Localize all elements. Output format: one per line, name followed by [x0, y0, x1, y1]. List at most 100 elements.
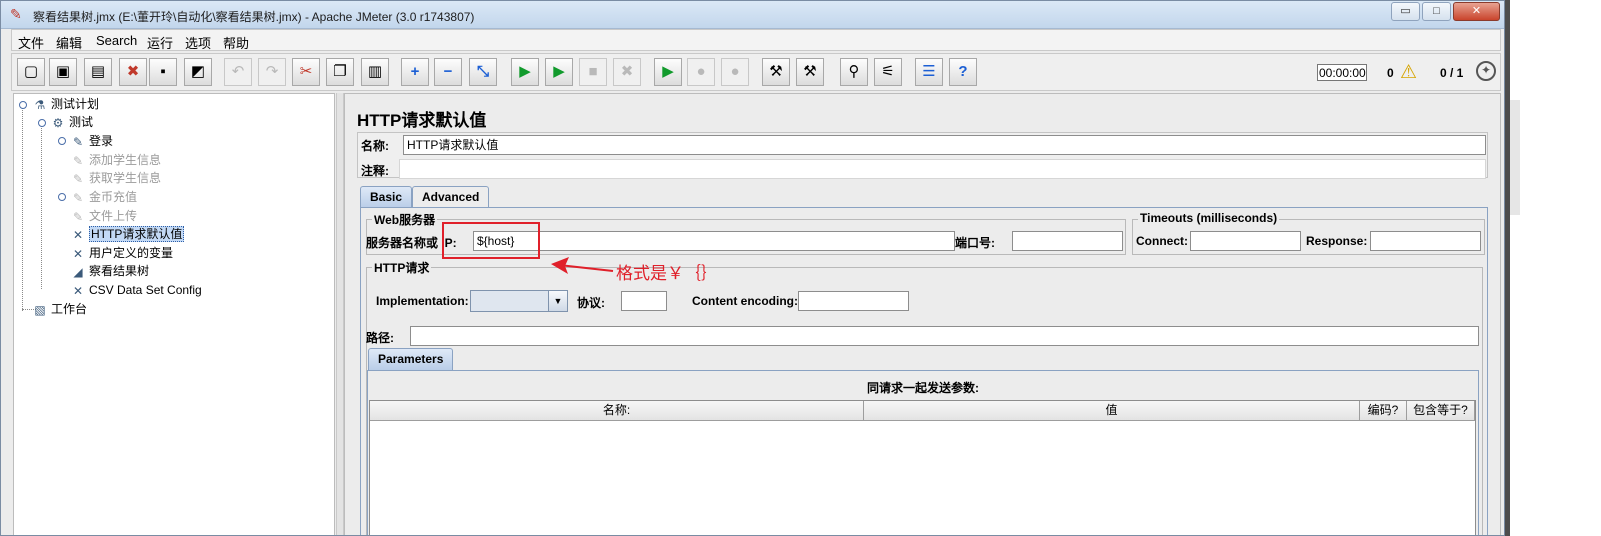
save-as-button[interactable]: ◩ [184, 58, 212, 86]
tree-node[interactable]: ✎ 添加学生信息 [70, 151, 161, 169]
path-field[interactable] [410, 326, 1479, 346]
tree-node[interactable]: ✕ 用户定义的变量 [70, 244, 173, 262]
tab-parameters[interactable]: Parameters [368, 348, 454, 370]
tab-advanced[interactable]: Advanced [412, 186, 490, 208]
shutdown-button[interactable]: ✖ [613, 58, 641, 86]
server-name-field[interactable]: ${host} [473, 231, 955, 251]
start-no-pause-button[interactable]: ▶ [545, 58, 573, 86]
undo-button[interactable]: ↶ [224, 58, 252, 86]
clear-all-button[interactable]: ⚒ [796, 58, 824, 86]
chevron-down-icon[interactable]: ▼ [548, 291, 567, 311]
test-plan-tree[interactable]: ⚗ 测试计划 ⚙ 测试 ✎ 登录 ✎ 添加学生信息 ✎ 获取学生信息 ✎ 金币充值 ✎ 文件上传 ✕ HTTP… [13, 93, 335, 535]
split-pane-divider[interactable] [336, 93, 344, 535]
implementation-select[interactable]: ▼ [470, 290, 568, 312]
column-header-include-equals[interactable]: 包含等于? [1407, 401, 1475, 421]
protocol-field[interactable] [621, 291, 667, 311]
close-window-button[interactable]: ✕ [1453, 2, 1500, 21]
parameters-table[interactable]: 名称: 值 编码? 包含等于? [369, 400, 1476, 535]
menu-edit[interactable]: 编辑 [56, 33, 82, 52]
tree-node-label: 登录 [89, 134, 114, 148]
content-encoding-field[interactable] [798, 291, 909, 311]
menu-search[interactable]: Search [96, 33, 137, 48]
background-desktop [1505, 0, 1601, 536]
tree-node[interactable]: ⚗ 测试计划 [32, 95, 99, 113]
menu-run[interactable]: 运行 [147, 33, 173, 52]
cut-button[interactable]: ✂ [292, 58, 320, 86]
warning-icon[interactable]: ⚠ [1400, 61, 1417, 84]
clear-button[interactable]: ⚒ [762, 58, 790, 86]
minimize-button[interactable]: ▭ [1391, 2, 1420, 21]
tree-toggle-expanded[interactable] [19, 101, 27, 109]
open-icon: ▤ [90, 63, 106, 80]
config-element-icon: ✕ [72, 227, 84, 242]
templates-button[interactable]: ▣ [49, 58, 77, 86]
remote-start-button[interactable]: ▶ [654, 58, 682, 86]
tree-node[interactable]: ✎ 文件上传 [70, 207, 137, 225]
tree-node[interactable]: ✎ 金币充值 [70, 188, 137, 206]
sampler-icon: ✎ [72, 134, 84, 149]
expand-button[interactable]: + [401, 58, 429, 86]
start-icon: ▶ [519, 63, 531, 80]
tree-node[interactable]: ◢ 察看结果树 [70, 262, 149, 280]
help-button[interactable]: ? [949, 58, 977, 86]
timeouts-group-title: Timeouts (milliseconds) [1138, 211, 1280, 225]
expand-icon: + [410, 63, 420, 80]
toolbar: 00:00:00 0 ⚠ 0 / 1 ✦ ▢ ▣ ▤ ✖ ▪ ◩ ↶ ↷ ✂ ❐ ▥ + − ⤡ ▶ ▶ ■ ✖ ▶… [11, 53, 1501, 91]
redo-icon: ↷ [265, 63, 279, 80]
title-bar[interactable]: ✎ 察看结果树.jmx (E:\董开玲\自动化\察看结果树.jmx) - Apa… [1, 1, 1504, 29]
column-header-value[interactable]: 值 [864, 401, 1360, 421]
tree-guide [22, 106, 23, 311]
remote-start-icon: ▶ [662, 63, 674, 80]
close-button[interactable]: ✖ [119, 58, 147, 86]
remote-shutdown-button[interactable]: ● [721, 58, 749, 86]
save-button[interactable]: ▪ [149, 58, 177, 86]
maximize-button[interactable]: □ [1422, 2, 1451, 21]
comment-field[interactable] [399, 159, 1486, 179]
tree-toggle-expanded[interactable] [38, 119, 46, 127]
menu-options[interactable]: 选项 [185, 33, 211, 52]
connect-timeout-label: Connect: [1136, 234, 1188, 248]
open-button[interactable]: ▤ [84, 58, 112, 86]
tree-node[interactable]: ✎ 登录 [70, 132, 113, 150]
menu-help[interactable]: 帮助 [223, 33, 249, 52]
paste-button[interactable]: ▥ [361, 58, 389, 86]
tree-toggle-collapsed[interactable] [58, 137, 66, 145]
search-button[interactable]: ⚲ [840, 58, 868, 86]
protocol-label: 协议: [577, 296, 605, 310]
start-button[interactable]: ▶ [511, 58, 539, 86]
tree-node[interactable]: ⚙ 测试 [50, 113, 93, 131]
tree-node[interactable]: ✕ HTTP请求默认值 [70, 225, 185, 243]
name-field[interactable]: HTTP请求默认值 [403, 135, 1486, 155]
port-field[interactable] [1012, 231, 1123, 251]
tree-node[interactable]: ✕ CSV Data Set Config [70, 281, 202, 299]
stop-icon: ■ [588, 63, 598, 80]
tree-node[interactable]: ✎ 获取学生信息 [70, 169, 161, 187]
response-timeout-field[interactable] [1370, 231, 1481, 251]
column-header-encode[interactable]: 编码? [1360, 401, 1407, 421]
menu-file[interactable]: 文件 [18, 33, 44, 52]
new-button[interactable]: ▢ [17, 58, 45, 86]
redo-button[interactable]: ↷ [258, 58, 286, 86]
toggle-button[interactable]: ⤡ [469, 58, 497, 86]
reset-search-button[interactable]: ⚟ [874, 58, 902, 86]
timeouts-group: Timeouts (milliseconds) Connect: Respons… [1132, 211, 1485, 255]
copy-button[interactable]: ❐ [326, 58, 354, 86]
tree-node-label: 察看结果树 [89, 264, 150, 278]
tree-node-label: 获取学生信息 [89, 171, 162, 185]
stop-button[interactable]: ■ [579, 58, 607, 86]
connect-timeout-field[interactable] [1190, 231, 1301, 251]
tree-node-label: 测试 [69, 115, 94, 129]
paste-icon: ▥ [367, 63, 383, 80]
undo-icon: ↶ [231, 63, 245, 80]
shutdown-icon: ✖ [620, 63, 634, 80]
column-header-name[interactable]: 名称: [370, 401, 864, 421]
tree-toggle-collapsed[interactable] [58, 193, 66, 201]
remote-stop-button[interactable]: ● [687, 58, 715, 86]
tab-basic[interactable]: Basic [360, 186, 413, 208]
tree-guide [41, 124, 42, 289]
tree-node-label: 金币充值 [89, 190, 138, 204]
tree-node[interactable]: ▧ 工作台 [32, 300, 87, 318]
tree-node-label: 工作台 [51, 302, 88, 316]
collapse-button[interactable]: − [434, 58, 462, 86]
function-helper-button[interactable]: ☰ [915, 58, 943, 86]
